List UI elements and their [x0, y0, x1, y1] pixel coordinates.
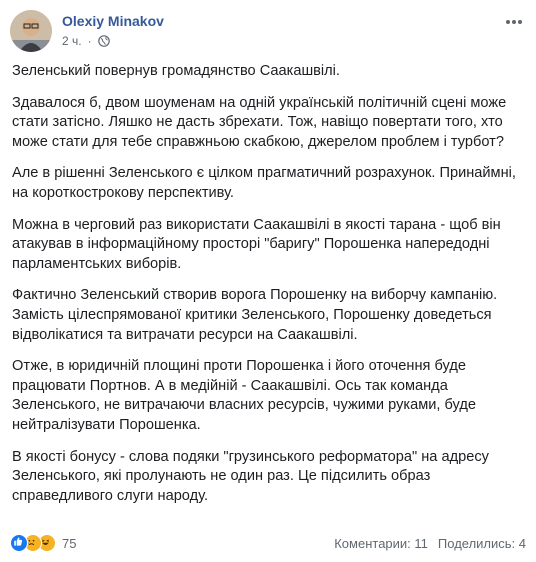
facebook-post: Olexiy Minakov 2 ч. · Зеленський поверну…: [0, 0, 536, 562]
post-time[interactable]: 2 ч.: [62, 34, 82, 48]
globe-icon: [97, 35, 110, 47]
author-name[interactable]: Olexiy Minakov: [62, 13, 164, 29]
post-paragraph: Отже, в юридичній площині проти Порошенк…: [12, 358, 476, 433]
post-footer: 75 Коментарии: 11 Поделились: 4: [10, 532, 526, 554]
post-header: Olexiy Minakov 2 ч. ·: [10, 10, 526, 56]
post-paragraph: Зеленський повернув громадянство Саакашв…: [12, 63, 340, 79]
post-stats: Коментарии: 11 Поделились: 4: [334, 536, 526, 551]
post-paragraph: Але в рішенні Зеленського є цілком прагм…: [12, 165, 516, 201]
post-paragraph: В якості бонусу - слова подяки "грузинсь…: [12, 448, 489, 504]
post-paragraph: Здавалося б, двом шоуменам на одній укра…: [12, 94, 507, 150]
post-paragraph: Фактично Зеленський створив ворога Порош…: [12, 287, 498, 343]
comments-count-link[interactable]: Коментарии: 11: [334, 536, 428, 551]
reactions-summary[interactable]: 75: [10, 534, 76, 552]
post-meta: 2 ч. ·: [62, 34, 110, 48]
shares-count-link[interactable]: Поделились: 4: [438, 536, 526, 551]
avatar[interactable]: [10, 10, 52, 52]
post-paragraph: Можна в черговий раз використати Саакашв…: [12, 216, 501, 272]
reactions-count[interactable]: 75: [62, 536, 76, 551]
like-reaction-icon: [10, 534, 28, 552]
more-options-icon[interactable]: [502, 12, 526, 32]
meta-separator: ·: [87, 34, 92, 48]
post-body: Зеленський повернув громадянство Саакашв…: [12, 62, 522, 518]
